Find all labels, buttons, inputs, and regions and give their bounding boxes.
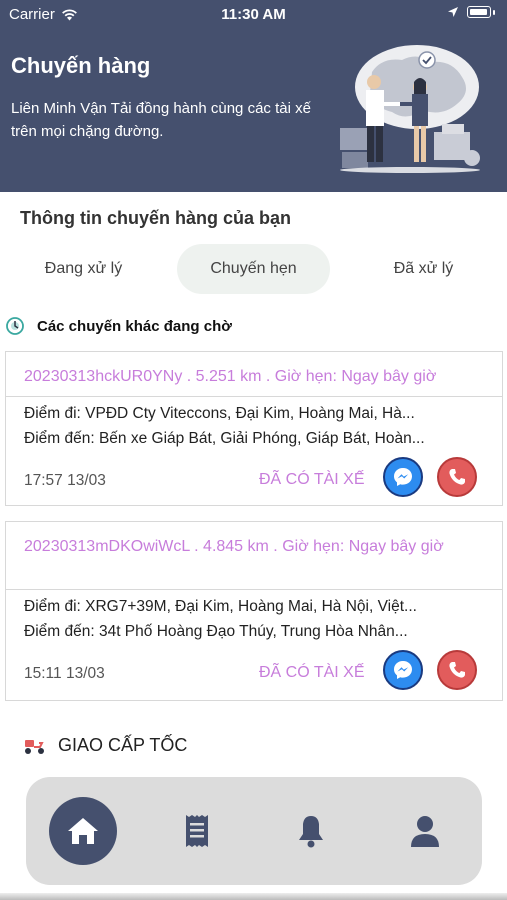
user-icon	[411, 816, 439, 847]
messenger-icon	[394, 468, 412, 486]
messenger-button[interactable]	[383, 650, 423, 690]
page-title: Chuyến hàng	[11, 53, 151, 78]
timer-icon	[6, 317, 24, 335]
clock: 11:30 AM	[221, 6, 286, 23]
delivery-scooter-icon	[25, 739, 44, 754]
trip-destination: Điểm đến: Bến xe Giáp Bát, Giải Phóng, G…	[24, 430, 425, 447]
tab-bar: Đang xử lý Chuyến hẹn Đã xử lý	[0, 244, 507, 294]
waiting-trips-label: Các chuyến khác đang chờ	[37, 317, 232, 335]
trip-header: 20230313mDKOwiWcL . 4.845 km . Giờ hẹn: …	[6, 522, 502, 590]
trip-driver-status: ĐÃ CÓ TÀI XẾ	[259, 471, 365, 488]
call-button[interactable]	[437, 457, 477, 497]
nav-profile[interactable]	[391, 797, 459, 865]
section-title: Thông tin chuyến hàng của bạn	[20, 208, 292, 228]
location-arrow-icon	[448, 7, 458, 17]
receipt-icon	[186, 815, 208, 847]
nav-notifications[interactable]	[277, 797, 345, 865]
trip-time: 17:57 13/03	[24, 472, 106, 489]
tab-processed[interactable]: Đã xử lý	[340, 244, 507, 294]
phone-icon	[449, 469, 465, 485]
nav-home[interactable]	[49, 797, 117, 865]
express-delivery-header[interactable]: GIAO CẤP TỐC	[22, 735, 187, 756]
trip-card[interactable]: 20230313hckUR0YNy . 5.251 km . Giờ hẹn: …	[5, 351, 503, 506]
trip-origin: Điểm đi: XRG7+39M, Đại Kim, Hoàng Mai, H…	[24, 598, 417, 615]
status-bar: Carrier 11:30 AM	[0, 0, 507, 28]
trip-card[interactable]: 20230313mDKOwiWcL . 4.845 km . Giờ hẹn: …	[5, 521, 503, 701]
battery-tip	[493, 9, 495, 15]
page-subtitle: Liên Minh Vận Tải đồng hành cùng các tài…	[11, 100, 311, 140]
bell-icon	[299, 816, 323, 848]
tab-processing[interactable]: Đang xử lý	[0, 244, 167, 294]
world-partnership-illustration	[340, 45, 480, 173]
trip-time: 15:11 13/03	[24, 665, 105, 682]
trip-driver-status: ĐÃ CÓ TÀI XẾ	[259, 664, 365, 681]
trip-origin: Điểm đi: VPĐD Cty Viteccons, Đại Kim, Ho…	[24, 405, 415, 422]
messenger-icon	[394, 661, 412, 679]
home-icon	[68, 818, 98, 844]
trip-destination: Điểm đến: 34t Phố Hoàng Đạo Thúy, Trung …	[24, 623, 408, 640]
tab-scheduled[interactable]: Chuyến hẹn	[177, 244, 330, 294]
express-delivery-label: GIAO CẤP TỐC	[58, 735, 188, 755]
home-indicator-area	[0, 893, 507, 900]
trip-header: 20230313hckUR0YNy . 5.251 km . Giờ hẹn: …	[6, 352, 502, 397]
messenger-button[interactable]	[383, 457, 423, 497]
battery-icon	[467, 6, 491, 18]
call-button[interactable]	[437, 650, 477, 690]
status-right	[447, 6, 495, 18]
nav-orders[interactable]	[163, 797, 231, 865]
header-banner: Carrier 11:30 AM Chuyến hàng Liên Minh V…	[0, 0, 507, 192]
waiting-trips-header: Các chuyến khác đang chờ	[5, 316, 232, 336]
phone-icon	[449, 662, 465, 678]
bottom-navigation	[26, 777, 482, 885]
